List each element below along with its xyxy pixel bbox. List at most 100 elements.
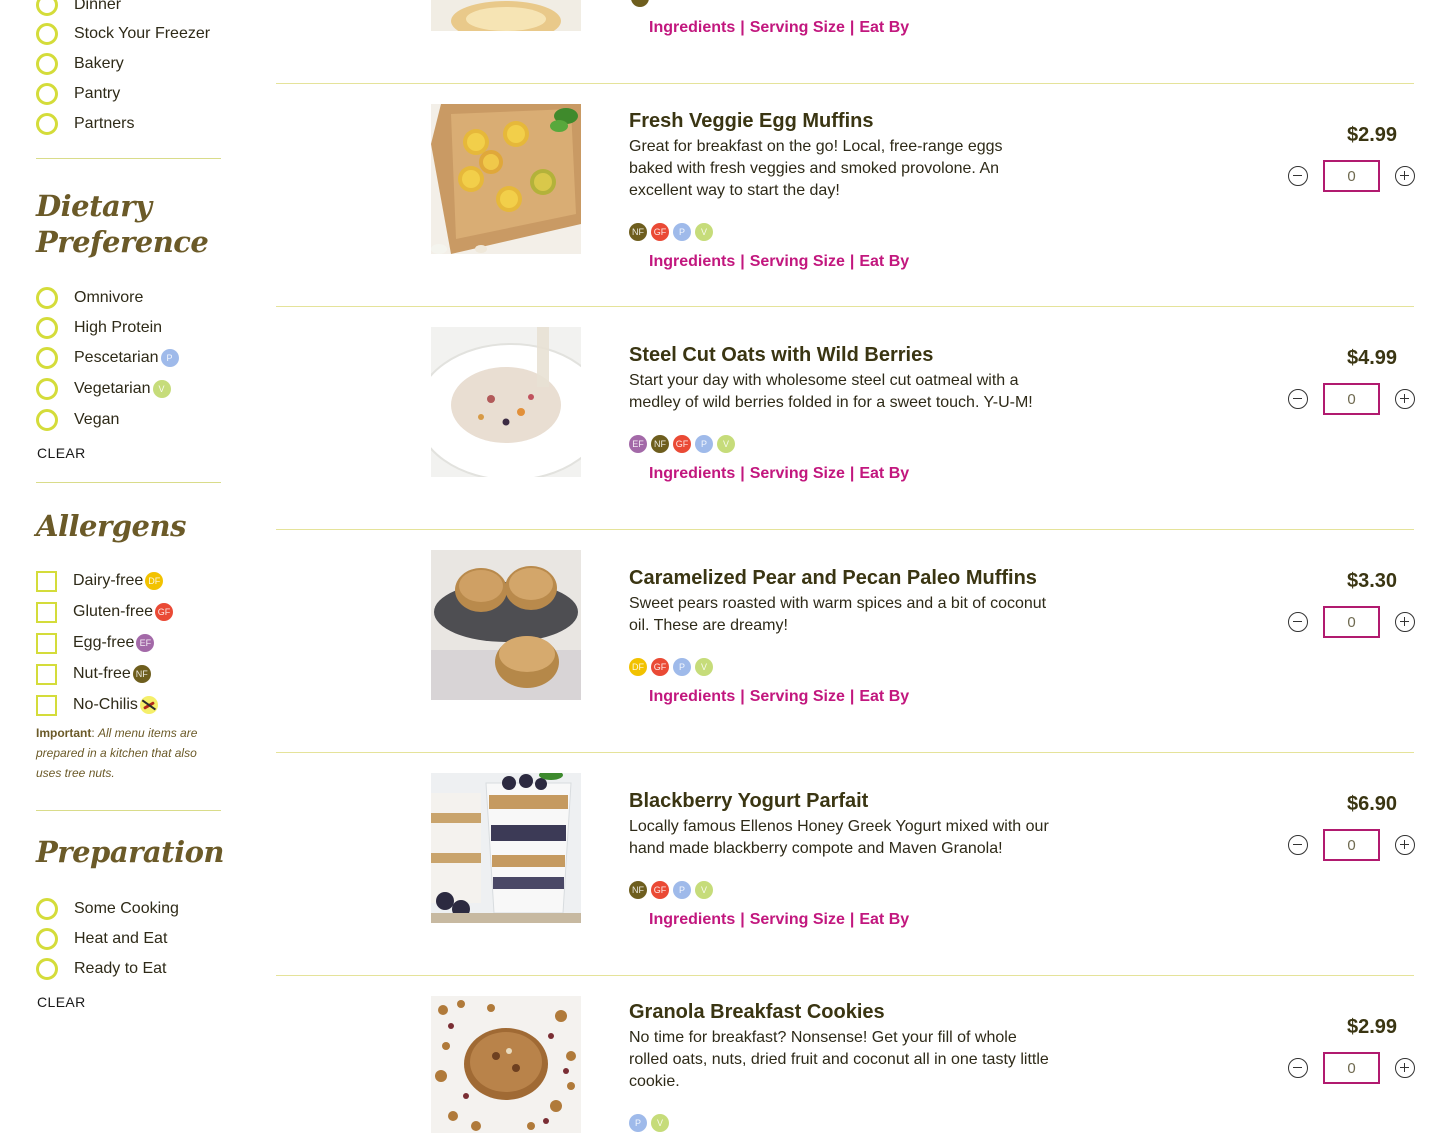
product-price: $3.30 <box>1346 570 1398 592</box>
product-badges: DF GF P V <box>629 658 713 676</box>
category-option-bakery[interactable]: Bakery <box>36 51 124 77</box>
allergen-option-gluten-free[interactable]: Gluten-free GF <box>36 599 174 625</box>
increase-quantity-icon[interactable] <box>1395 612 1415 632</box>
radio-button[interactable] <box>36 928 58 950</box>
dietary-option-vegetarian[interactable]: Vegetarian V <box>36 376 171 402</box>
radio-button[interactable] <box>36 409 58 431</box>
dietary-option-pescetarian[interactable]: Pescetarian P <box>36 345 179 371</box>
ingredients-link[interactable]: Ingredients <box>649 465 735 482</box>
category-option-stock-your-freezer[interactable]: Stock Your Freezer <box>36 21 210 47</box>
increase-quantity-icon[interactable] <box>1395 835 1415 855</box>
link-separator: | <box>849 19 855 36</box>
vegetarian-badge-icon: V <box>695 658 713 676</box>
dietary-option-high-protein[interactable]: High Protein <box>36 315 162 341</box>
radio-button[interactable] <box>36 317 58 339</box>
checkbox[interactable] <box>36 570 57 592</box>
eat-by-link[interactable]: Eat By <box>859 253 909 270</box>
allergen-label: Gluten-free <box>73 603 154 620</box>
preparation-option-some-cooking[interactable]: Some Cooking <box>36 896 179 922</box>
product-image-previous[interactable] <box>431 0 581 31</box>
preparation-option-heat-and-eat[interactable]: Heat and Eat <box>36 926 167 952</box>
radio-button[interactable] <box>36 347 58 369</box>
eat-by-link[interactable]: Eat By <box>859 465 909 482</box>
increase-quantity-icon[interactable] <box>1395 1058 1415 1078</box>
dairy-free-badge-icon: DF <box>145 572 164 590</box>
decrease-quantity-icon[interactable] <box>1288 1058 1308 1078</box>
category-label: Partners <box>74 115 135 132</box>
product-image-granola-cookies[interactable] <box>431 996 581 1133</box>
radio-button[interactable] <box>36 113 58 135</box>
quantity-input[interactable] <box>1323 383 1380 415</box>
product-info-links: Ingredients | Serving Size | Eat By <box>649 688 909 706</box>
decrease-quantity-icon[interactable] <box>1288 612 1308 632</box>
product-description: Sweet pears roasted with warm spices and… <box>629 595 1047 634</box>
product-title[interactable]: Blackberry Yogurt Parfait <box>629 790 868 813</box>
dietary-option-vegan[interactable]: Vegan <box>36 407 119 433</box>
checkbox[interactable] <box>36 632 57 654</box>
link-separator: | <box>740 465 745 482</box>
radio-button[interactable] <box>36 378 58 400</box>
radio-button[interactable] <box>36 898 58 920</box>
checkbox[interactable] <box>36 601 57 623</box>
product-title[interactable]: Granola Breakfast Cookies <box>629 1001 885 1024</box>
product-description: Start your day with wholesome steel cut … <box>629 372 1033 411</box>
product-image-pear-pecan-muffins[interactable] <box>431 550 581 700</box>
decrease-quantity-icon[interactable] <box>1288 835 1308 855</box>
product-image-veggie-egg-muffins[interactable] <box>431 104 581 254</box>
dietary-option-omnivore[interactable]: Omnivore <box>36 285 143 311</box>
allergen-option-dairy-free[interactable]: Dairy-free DF <box>36 568 164 594</box>
radio-button[interactable] <box>36 53 58 75</box>
quantity-input[interactable] <box>1323 1052 1380 1084</box>
product-title[interactable]: Caramelized Pear and Pecan Paleo Muffins <box>629 567 1037 590</box>
ingredients-link[interactable]: Ingredients <box>649 253 735 270</box>
preparation-clear-button[interactable]: CLEAR <box>37 994 86 1010</box>
ingredients-link[interactable]: Ingredients <box>649 19 735 36</box>
dietary-label: High Protein <box>74 319 163 336</box>
product-title[interactable]: Steel Cut Oats with Wild Berries <box>629 344 933 367</box>
allergen-option-no-chilis[interactable]: No-Chilis <box>36 692 158 718</box>
serving-size-link[interactable]: Serving Size <box>750 19 845 36</box>
serving-size-link[interactable]: Serving Size <box>750 465 845 482</box>
increase-quantity-icon[interactable] <box>1395 166 1415 186</box>
eat-by-link[interactable]: Eat By <box>859 911 909 928</box>
eat-by-link[interactable]: Eat By <box>859 688 909 705</box>
category-option-partners[interactable]: Partners <box>36 111 134 137</box>
preparation-option-ready-to-eat[interactable]: Ready to Eat <box>36 956 167 982</box>
category-option-dinner[interactable]: Dinner <box>36 0 121 18</box>
decrease-quantity-icon[interactable] <box>1288 166 1308 186</box>
allergen-option-nut-free[interactable]: Nut-free NF <box>36 661 151 687</box>
previous-item-links: Ingredients | Serving Size | Eat By <box>649 19 909 37</box>
checkbox[interactable] <box>36 663 57 685</box>
product-image-steel-cut-oats[interactable] <box>431 327 581 477</box>
link-separator: | <box>849 253 855 270</box>
note-label: Important <box>36 726 92 740</box>
decrease-quantity-icon[interactable] <box>1288 389 1308 409</box>
radio-button[interactable] <box>36 958 58 980</box>
serving-size-link[interactable]: Serving Size <box>750 688 845 705</box>
ingredients-link[interactable]: Ingredients <box>649 688 735 705</box>
product-description: No time for breakfast? Nonsense! Get you… <box>629 1029 1049 1090</box>
allergen-option-egg-free[interactable]: Egg-free EF <box>36 630 155 656</box>
quantity-input[interactable] <box>1323 160 1380 192</box>
preparation-label: Ready to Eat <box>74 960 167 977</box>
quantity-input[interactable] <box>1323 829 1380 861</box>
radio-button[interactable] <box>36 287 58 309</box>
granola-cookies-photo <box>431 996 581 1133</box>
increase-quantity-icon[interactable] <box>1395 389 1415 409</box>
eat-by-link[interactable]: Eat By <box>859 19 909 36</box>
radio-button[interactable] <box>36 23 58 45</box>
radio-button[interactable] <box>36 0 58 16</box>
allergen-label: Nut-free <box>73 665 131 682</box>
checkbox[interactable] <box>36 694 57 716</box>
product-image-blackberry-parfait[interactable] <box>431 773 581 923</box>
radio-button[interactable] <box>36 83 58 105</box>
quantity-input[interactable] <box>1323 606 1380 638</box>
product-title[interactable]: Fresh Veggie Egg Muffins <box>629 110 873 133</box>
product-divider <box>276 306 1414 307</box>
serving-size-link[interactable]: Serving Size <box>750 911 845 928</box>
serving-size-link[interactable]: Serving Size <box>750 253 845 270</box>
ingredients-link[interactable]: Ingredients <box>649 911 735 928</box>
dietary-clear-button[interactable]: CLEAR <box>37 445 86 461</box>
category-option-pantry[interactable]: Pantry <box>36 81 120 107</box>
category-label: Dinner <box>74 0 122 13</box>
